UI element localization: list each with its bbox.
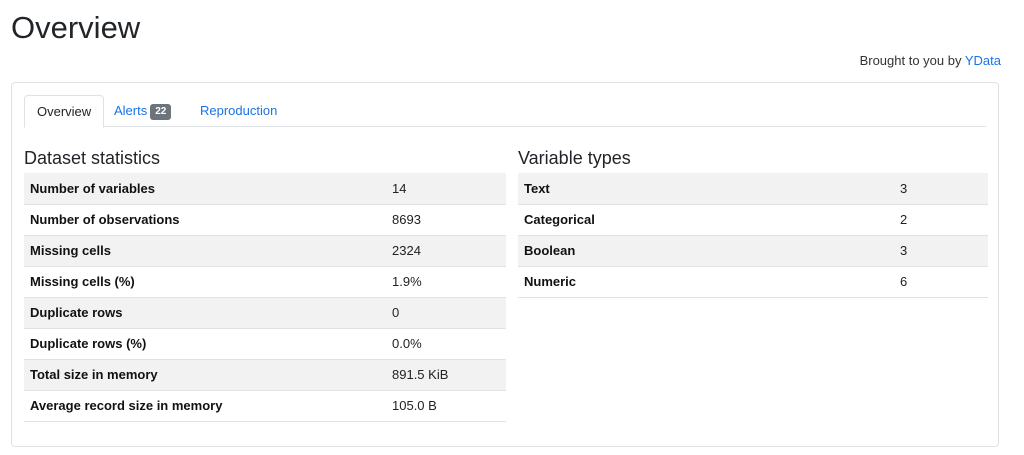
attribution-text: Brought to you by [859, 53, 962, 68]
tab-bar: Overview Alerts 22 Reproduction [24, 95, 986, 128]
dataset-statistics-row: Total size in memory 891.5 KiB [24, 359, 506, 391]
tab-overview[interactable]: Overview [24, 95, 105, 128]
tab-overview-label: Overview [37, 104, 92, 119]
stat-value: 0 [386, 297, 506, 329]
dataset-statistics-row: Missing cells (%) 1.9% [24, 266, 506, 298]
variable-types-title: Variable types [518, 148, 631, 168]
dataset-statistics-row: Number of variables 14 [24, 173, 506, 205]
stat-value: 891.5 KiB [386, 359, 506, 391]
stat-value: 3 [894, 173, 988, 205]
stat-label: Duplicate rows (%) [24, 328, 386, 360]
stat-value: 1.9% [386, 266, 506, 298]
tab-alerts-label: Alerts [114, 103, 148, 118]
stat-label: Boolean [518, 235, 894, 267]
variable-types-table: Text 3 Categorical 2 Boolean 3 Numeric 6 [518, 173, 988, 298]
stat-value: 6 [894, 266, 988, 298]
stat-value: 8693 [386, 204, 506, 236]
dataset-statistics-row: Average record size in memory 105.0 B [24, 390, 506, 422]
overview-card: Overview Alerts 22 Reproduction Dataset s… [11, 82, 999, 447]
tab-reproduction[interactable]: Reproduction [200, 95, 277, 127]
tab-alerts[interactable]: Alerts 22 [114, 95, 172, 127]
attribution: Brought to you by YData [860, 52, 1001, 70]
variable-types-row: Numeric 6 [518, 266, 988, 298]
variable-types-row: Text 3 [518, 173, 988, 205]
page-title: Overview [11, 10, 141, 45]
stat-value: 3 [894, 235, 988, 267]
stat-label: Duplicate rows [24, 297, 386, 329]
dataset-statistics-row: Missing cells 2324 [24, 235, 506, 267]
stat-value: 14 [386, 173, 506, 205]
report-page: Overview Brought to you by YData Overvie… [0, 0, 1024, 455]
dataset-statistics-row: Duplicate rows 0 [24, 297, 506, 329]
stat-label: Numeric [518, 266, 894, 298]
variable-types-row: Boolean 3 [518, 235, 988, 267]
stat-value: 0.0% [386, 328, 506, 360]
stat-label: Missing cells [24, 235, 386, 267]
alerts-count-badge: 22 [150, 104, 172, 120]
stat-value: 2324 [386, 235, 506, 267]
stat-label: Number of observations [24, 204, 386, 236]
stat-label: Text [518, 173, 894, 205]
dataset-statistics-row: Number of observations 8693 [24, 204, 506, 236]
stat-label: Number of variables [24, 173, 386, 205]
stat-value: 105.0 B [386, 390, 506, 422]
stat-label: Total size in memory [24, 359, 386, 391]
dataset-statistics-title: Dataset statistics [24, 148, 161, 168]
tab-reproduction-label: Reproduction [200, 103, 278, 118]
dataset-statistics-row: Duplicate rows (%) 0.0% [24, 328, 506, 360]
ydata-link[interactable]: YData [965, 53, 1001, 68]
stat-value: 2 [894, 204, 988, 236]
stat-label: Categorical [518, 204, 894, 236]
dataset-statistics-table: Number of variables 14 Number of observati… [24, 173, 506, 422]
stat-label: Average record size in memory [24, 390, 386, 422]
variable-types-row: Categorical 2 [518, 204, 988, 236]
stat-label: Missing cells (%) [24, 266, 386, 298]
